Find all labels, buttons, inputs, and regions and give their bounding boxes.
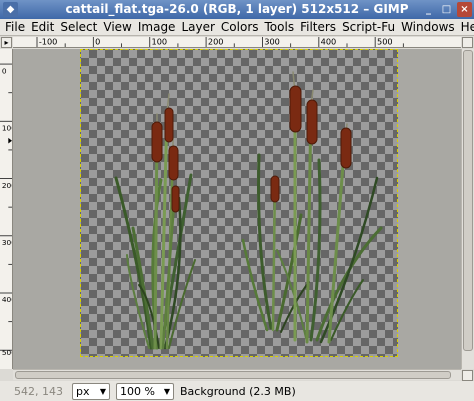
menu-image[interactable]: Image [135, 20, 179, 34]
horizontal-scrollbar[interactable] [13, 369, 461, 380]
window-title: cattail_flat.tga-26.0 (RGB, 1 layer) 512… [65, 2, 409, 16]
chevron-down-icon: ▼ [99, 386, 106, 396]
vruler-tick-label: 400 [2, 295, 13, 304]
vertical-scrollbar[interactable] [461, 49, 474, 369]
menu-help[interactable]: Help [458, 20, 474, 34]
hruler-tick-label: 400 [321, 37, 337, 46]
vruler-tick-label: 0 [2, 66, 7, 75]
menu-filters[interactable]: Filters [297, 20, 339, 34]
vruler-tick-label: 500 [2, 348, 13, 357]
zoom-select[interactable]: 100 % ▼ [116, 382, 174, 400]
menu-view[interactable]: View [100, 20, 134, 34]
vertical-ruler[interactable]: 0 100 200 300 400 500 [0, 49, 13, 369]
menu-bar: File Edit Select View Image Layer Colors… [0, 19, 474, 36]
menu-edit[interactable]: Edit [28, 20, 57, 34]
status-bar: 542, 143 px ▼ 100 % ▼ Background (2.3 MB… [0, 381, 474, 401]
canvas-area[interactable] [13, 49, 461, 369]
menu-file[interactable]: File [2, 20, 28, 34]
minimize-icon[interactable]: _ [421, 2, 436, 17]
vruler-tick-label: 200 [2, 181, 13, 190]
unit-value: px [76, 384, 90, 398]
menu-layer[interactable]: Layer [178, 20, 217, 34]
menu-colors[interactable]: Colors [218, 20, 262, 34]
pointer-coordinates: 542, 143 [14, 384, 63, 398]
zoom-image-when-window-size-changes-icon[interactable] [462, 370, 473, 381]
title-bar: ◆ cattail_flat.tga-26.0 (RGB, 1 layer) 5… [0, 0, 474, 19]
unit-select[interactable]: px ▼ [72, 382, 110, 400]
cattail-artwork [114, 71, 383, 350]
hruler-tick-label: 0 [95, 37, 100, 46]
menu-windows[interactable]: Windows [398, 20, 458, 34]
zoom-value: 100 % [120, 384, 155, 398]
menu-tools[interactable]: Tools [262, 20, 298, 34]
pointer-position-marker [8, 137, 12, 144]
menu-select[interactable]: Select [57, 20, 100, 34]
hruler-tick-label: 200 [208, 37, 224, 46]
hruler-tick-label: 300 [264, 37, 280, 46]
vruler-tick-label: 100 [2, 124, 13, 133]
hruler-tick-label: 500 [377, 37, 393, 46]
hruler-tick-label: 100 [152, 37, 168, 46]
horizontal-scrollbar-thumb[interactable] [15, 371, 451, 379]
horizontal-ruler[interactable]: -100 0 100 200 300 400 500 [13, 37, 461, 48]
layer-info: Background (2.3 MB) [180, 384, 296, 398]
maximize-icon[interactable]: □ [439, 2, 454, 17]
hruler-tick-label: -100 [39, 37, 58, 46]
quick-mask-toggle-icon[interactable]: ▸ [1, 37, 12, 48]
navigate-icon[interactable] [462, 37, 473, 48]
chevron-down-icon: ▼ [163, 386, 170, 396]
close-icon[interactable]: × [457, 2, 472, 17]
vruler-tick-label: 300 [2, 238, 13, 247]
vertical-scrollbar-thumb[interactable] [463, 50, 473, 351]
menu-script-fu[interactable]: Script-Fu [339, 20, 398, 34]
image-canvas[interactable] [80, 49, 398, 357]
